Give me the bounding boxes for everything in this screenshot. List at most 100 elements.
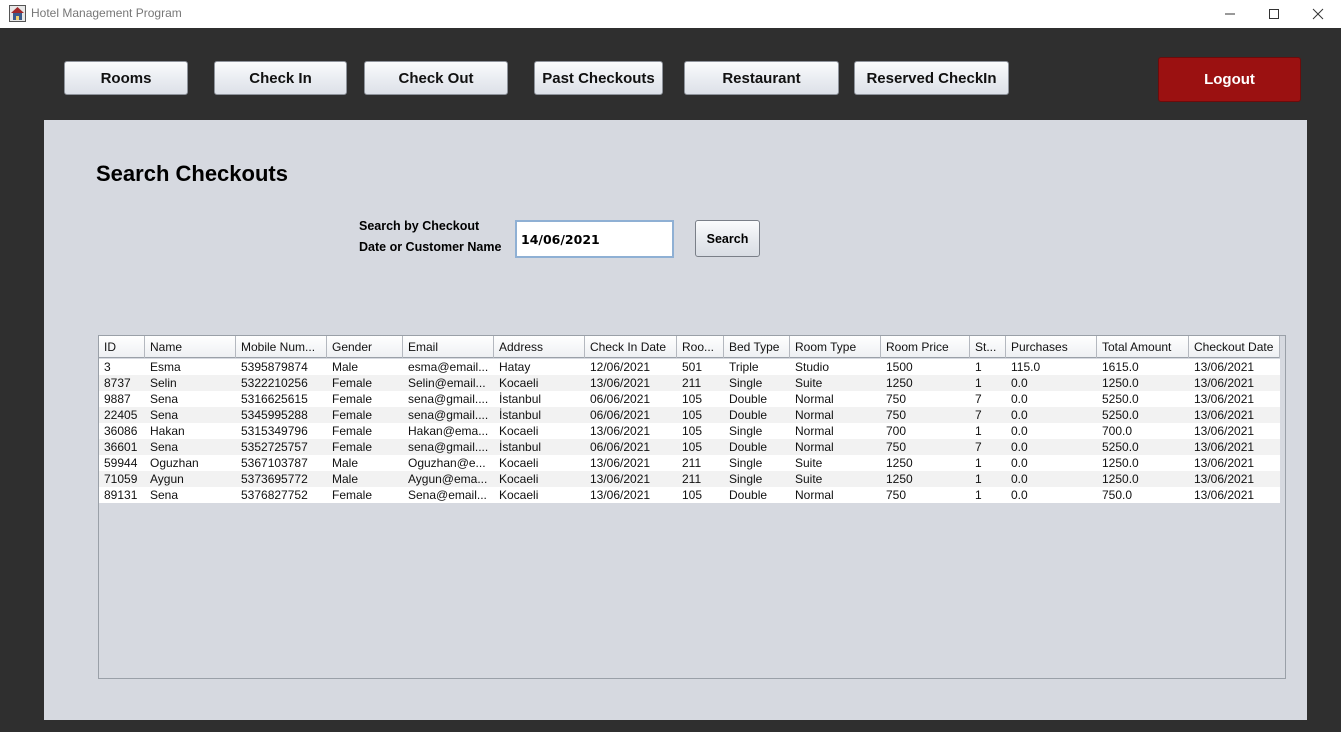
table-row[interactable]: 89131 Sena 5376827752 Female Sena@email... Ko… xyxy=(99,487,1280,503)
cell-room-type: Normal xyxy=(795,408,834,422)
maximize-icon[interactable] xyxy=(1252,0,1296,28)
cell-room: 105 xyxy=(682,392,703,406)
column-header-gender[interactable]: Gender xyxy=(327,336,403,358)
column-header-room-price[interactable]: Room Price xyxy=(881,336,970,358)
cell-checkout-date: 13/06/2021 xyxy=(1194,360,1255,374)
cell-bed-type: Single xyxy=(729,456,763,470)
cell-room-price: 750 xyxy=(886,440,907,454)
cell-stay: 1 xyxy=(975,472,982,486)
cell-check-in-date: 12/06/2021 xyxy=(590,360,651,374)
cell-mobile: 5322210256 xyxy=(241,376,308,390)
cell-purchases: 0.0 xyxy=(1011,392,1028,406)
table-row[interactable]: 3 Esma 5395879874 Male esma@email... Hatay 12/… xyxy=(99,359,1280,375)
cell-id: 22405 xyxy=(104,408,138,422)
column-header-address[interactable]: Address xyxy=(494,336,585,358)
cell-email: Aygun@ema... xyxy=(408,472,488,486)
cell-check-in-date: 13/06/2021 xyxy=(590,472,651,486)
cell-bed-type: Double xyxy=(729,488,768,502)
rooms-button[interactable]: Rooms xyxy=(64,61,188,95)
cell-room-price: 1250 xyxy=(886,376,913,390)
cell-check-in-date: 06/06/2021 xyxy=(590,440,651,454)
cell-id: 3 xyxy=(104,360,111,374)
table-row[interactable]: 36601 Sena 5352725757 Female sena@gmail.... İ… xyxy=(99,439,1280,455)
cell-mobile: 5367103787 xyxy=(241,456,308,470)
cell-email: Oguzhan@e... xyxy=(408,456,486,470)
cell-purchases: 0.0 xyxy=(1011,424,1028,438)
cell-room-type: Suite xyxy=(795,456,823,470)
cell-room: 105 xyxy=(682,440,703,454)
cell-address: Kocaeli xyxy=(499,488,539,502)
cell-address: İstanbul xyxy=(499,440,542,454)
column-header-mobile[interactable]: Mobile Num... xyxy=(236,336,327,358)
cell-mobile: 5315349796 xyxy=(241,424,308,438)
minimize-icon[interactable] xyxy=(1208,0,1252,28)
cell-stay: 7 xyxy=(975,392,982,406)
cell-email: esma@email... xyxy=(408,360,489,374)
cell-total-amount: 1250.0 xyxy=(1102,472,1139,486)
cell-mobile: 5352725757 xyxy=(241,440,308,454)
cell-room: 211 xyxy=(682,376,702,390)
cell-mobile: 5316625615 xyxy=(241,392,308,406)
cell-checkout-date: 13/06/2021 xyxy=(1194,392,1255,406)
table-row[interactable]: 59944 Oguzhan 5367103787 Male Oguzhan@e... Ko… xyxy=(99,455,1280,471)
cell-purchases: 0.0 xyxy=(1011,472,1028,486)
search-input[interactable] xyxy=(515,220,674,258)
table-row[interactable]: 71059 Aygun 5373695772 Male Aygun@ema... Koca… xyxy=(99,471,1280,487)
search-button[interactable]: Search xyxy=(695,220,760,257)
column-header-total-amount[interactable]: Total Amount xyxy=(1097,336,1189,358)
column-header-checkout-date[interactable]: Checkout Date xyxy=(1189,336,1280,358)
column-header-email[interactable]: Email xyxy=(403,336,494,358)
cell-id: 89131 xyxy=(104,488,138,502)
cell-gender: Female xyxy=(332,376,373,390)
cell-mobile: 5395879874 xyxy=(241,360,308,374)
cell-name: Sena xyxy=(150,440,179,454)
cell-email: Hakan@ema... xyxy=(408,424,489,438)
cell-checkout-date: 13/06/2021 xyxy=(1194,456,1255,470)
column-header-id[interactable]: ID xyxy=(99,336,145,358)
cell-stay: 1 xyxy=(975,456,982,470)
cell-checkout-date: 13/06/2021 xyxy=(1194,424,1255,438)
cell-email: sena@gmail.... xyxy=(408,440,489,454)
cell-bed-type: Single xyxy=(729,424,763,438)
restaurant-button[interactable]: Restaurant xyxy=(684,61,839,95)
cell-address: Hatay xyxy=(499,360,531,374)
cell-stay: 1 xyxy=(975,488,982,502)
column-header-check-in-date[interactable]: Check In Date xyxy=(585,336,677,358)
column-header-bed-type[interactable]: Bed Type xyxy=(724,336,790,358)
table-row[interactable]: 36086 Hakan 5315349796 Female Hakan@ema... Ko… xyxy=(99,423,1280,439)
cell-purchases: 0.0 xyxy=(1011,408,1028,422)
table-row[interactable]: 9887 Sena 5316625615 Female sena@gmail.... İs… xyxy=(99,391,1280,407)
reserved-checkin-button[interactable]: Reserved CheckIn xyxy=(854,61,1009,95)
column-header-room[interactable]: Roo... xyxy=(677,336,724,358)
cell-address: Kocaeli xyxy=(499,376,539,390)
search-label: Search by Checkout Date or Customer Name xyxy=(359,216,501,258)
column-header-stay[interactable]: St... xyxy=(970,336,1006,358)
table-row[interactable]: 22405 Sena 5345995288 Female sena@gmail.... İ… xyxy=(99,407,1280,423)
cell-stay: 1 xyxy=(975,376,982,390)
close-icon[interactable] xyxy=(1296,0,1340,28)
cell-room-price: 750 xyxy=(886,488,907,502)
cell-checkout-date: 13/06/2021 xyxy=(1194,488,1255,502)
cell-purchases: 0.0 xyxy=(1011,440,1028,454)
cell-total-amount: 1250.0 xyxy=(1102,456,1139,470)
cell-total-amount: 5250.0 xyxy=(1102,440,1139,454)
checkouts-table: ID Name Mobile Num... Gender Email Address Che… xyxy=(98,335,1286,679)
past-checkouts-button[interactable]: Past Checkouts xyxy=(534,61,663,95)
cell-room-price: 750 xyxy=(886,408,907,422)
cell-address: Kocaeli xyxy=(499,472,539,486)
column-header-name[interactable]: Name xyxy=(145,336,236,358)
cell-purchases: 0.0 xyxy=(1011,488,1028,502)
cell-email: sena@gmail.... xyxy=(408,392,489,406)
cell-room-price: 700 xyxy=(886,424,907,438)
cell-id: 9887 xyxy=(104,392,131,406)
cell-room-type: Suite xyxy=(795,376,823,390)
cell-id: 36086 xyxy=(104,424,138,438)
column-header-purchases[interactable]: Purchases xyxy=(1006,336,1097,358)
check-out-button[interactable]: Check Out xyxy=(364,61,508,95)
check-in-button[interactable]: Check In xyxy=(214,61,347,95)
cell-gender: Female xyxy=(332,408,373,422)
logout-button[interactable]: Logout xyxy=(1158,57,1301,102)
cell-gender: Female xyxy=(332,440,373,454)
table-row[interactable]: 8737 Selin 5322210256 Female Selin@email... K… xyxy=(99,375,1280,391)
column-header-room-type[interactable]: Room Type xyxy=(790,336,881,358)
